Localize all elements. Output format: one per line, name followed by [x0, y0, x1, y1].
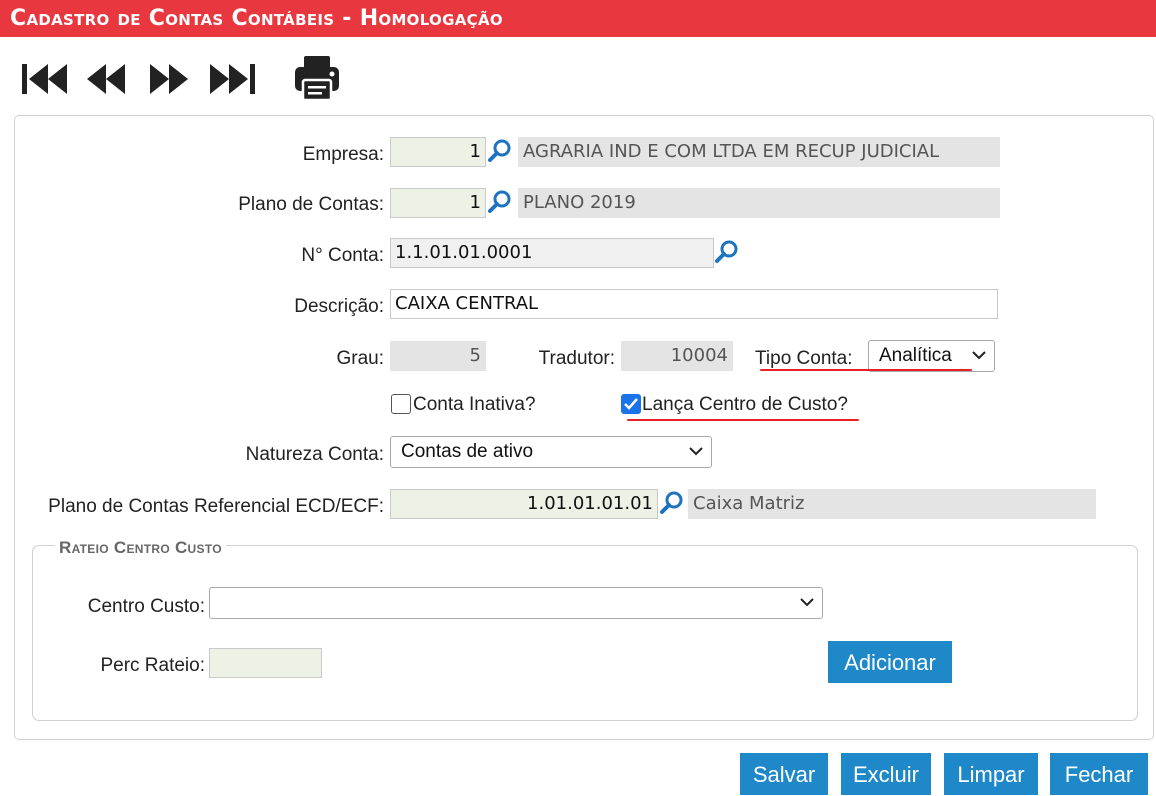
title-bar: Cadastro de Contas Contábeis - Homologaç… — [0, 0, 1156, 37]
highlight-underline — [627, 419, 859, 421]
save-button[interactable]: Salvar — [740, 753, 828, 795]
referencial-code-input[interactable]: 1.01.01.01.01 — [390, 489, 658, 519]
conta-inativa-label: Conta Inativa? — [413, 394, 536, 415]
page-title: Cadastro de Contas Contábeis - Homologaç… — [10, 6, 503, 31]
referencial-label: Plano de Contas Referencial ECD/ECF: — [48, 496, 384, 517]
search-icon[interactable] — [487, 188, 513, 214]
perc-rateio-input[interactable] — [209, 648, 322, 678]
last-icon[interactable] — [208, 58, 258, 100]
highlight-underline — [760, 369, 972, 371]
descricao-input[interactable]: CAIXA CENTRAL — [390, 289, 998, 319]
rateio-fieldset — [32, 545, 1138, 721]
close-button[interactable]: Fechar — [1050, 753, 1148, 795]
natureza-value: Contas de ativo — [401, 441, 534, 462]
centro-custo-checkbox[interactable] — [621, 394, 641, 414]
previous-icon[interactable] — [86, 58, 128, 100]
referencial-name-display: Caixa Matriz — [688, 489, 1096, 519]
chevron-down-icon — [972, 351, 986, 360]
tradutor-label: Tradutor: — [538, 348, 615, 369]
natureza-select[interactable]: Contas de ativo — [390, 436, 712, 468]
plano-code-input[interactable]: 1 — [390, 188, 486, 218]
search-icon[interactable] — [659, 489, 685, 515]
descricao-label: Descrição: — [294, 296, 384, 317]
tipo-conta-value: Analítica — [879, 345, 952, 366]
search-icon[interactable] — [714, 238, 740, 264]
first-icon[interactable] — [20, 58, 70, 100]
grau-display: 5 — [390, 341, 486, 371]
check-icon — [624, 398, 638, 410]
next-icon[interactable] — [148, 58, 190, 100]
chevron-down-icon — [689, 447, 703, 456]
centro-custo-label: Lança Centro de Custo? — [642, 394, 848, 415]
centro-custo-select-label: Centro Custo: — [87, 596, 205, 617]
print-icon[interactable] — [292, 54, 342, 102]
natureza-label: Natureza Conta: — [245, 444, 384, 465]
tipo-conta-select[interactable]: Analítica — [868, 340, 995, 372]
plano-name-display: PLANO 2019 — [518, 188, 1000, 218]
add-button[interactable]: Adicionar — [828, 641, 952, 683]
delete-button[interactable]: Excluir — [841, 753, 931, 795]
empresa-name-display: AGRARIA IND E COM LTDA EM RECUP JUDICIAL — [518, 137, 1000, 167]
search-icon[interactable] — [487, 137, 513, 163]
conta-input[interactable]: 1.1.01.01.0001 — [390, 238, 714, 268]
tradutor-display: 10004 — [621, 341, 733, 371]
centro-custo-select[interactable] — [209, 587, 823, 619]
conta-label: N° Conta: — [301, 245, 384, 266]
rateio-legend: Rateio Centro Custo — [55, 538, 226, 558]
grau-label: Grau: — [336, 348, 384, 369]
chevron-down-icon — [800, 598, 814, 607]
empresa-code-input[interactable]: 1 — [390, 137, 486, 167]
tipo-conta-label: Tipo Conta: — [755, 348, 853, 369]
conta-inativa-checkbox[interactable] — [391, 394, 411, 414]
plano-label: Plano de Contas: — [238, 194, 384, 215]
perc-rateio-label: Perc Rateio: — [100, 655, 205, 676]
empresa-label: Empresa: — [302, 144, 384, 165]
clear-button[interactable]: Limpar — [944, 753, 1038, 795]
